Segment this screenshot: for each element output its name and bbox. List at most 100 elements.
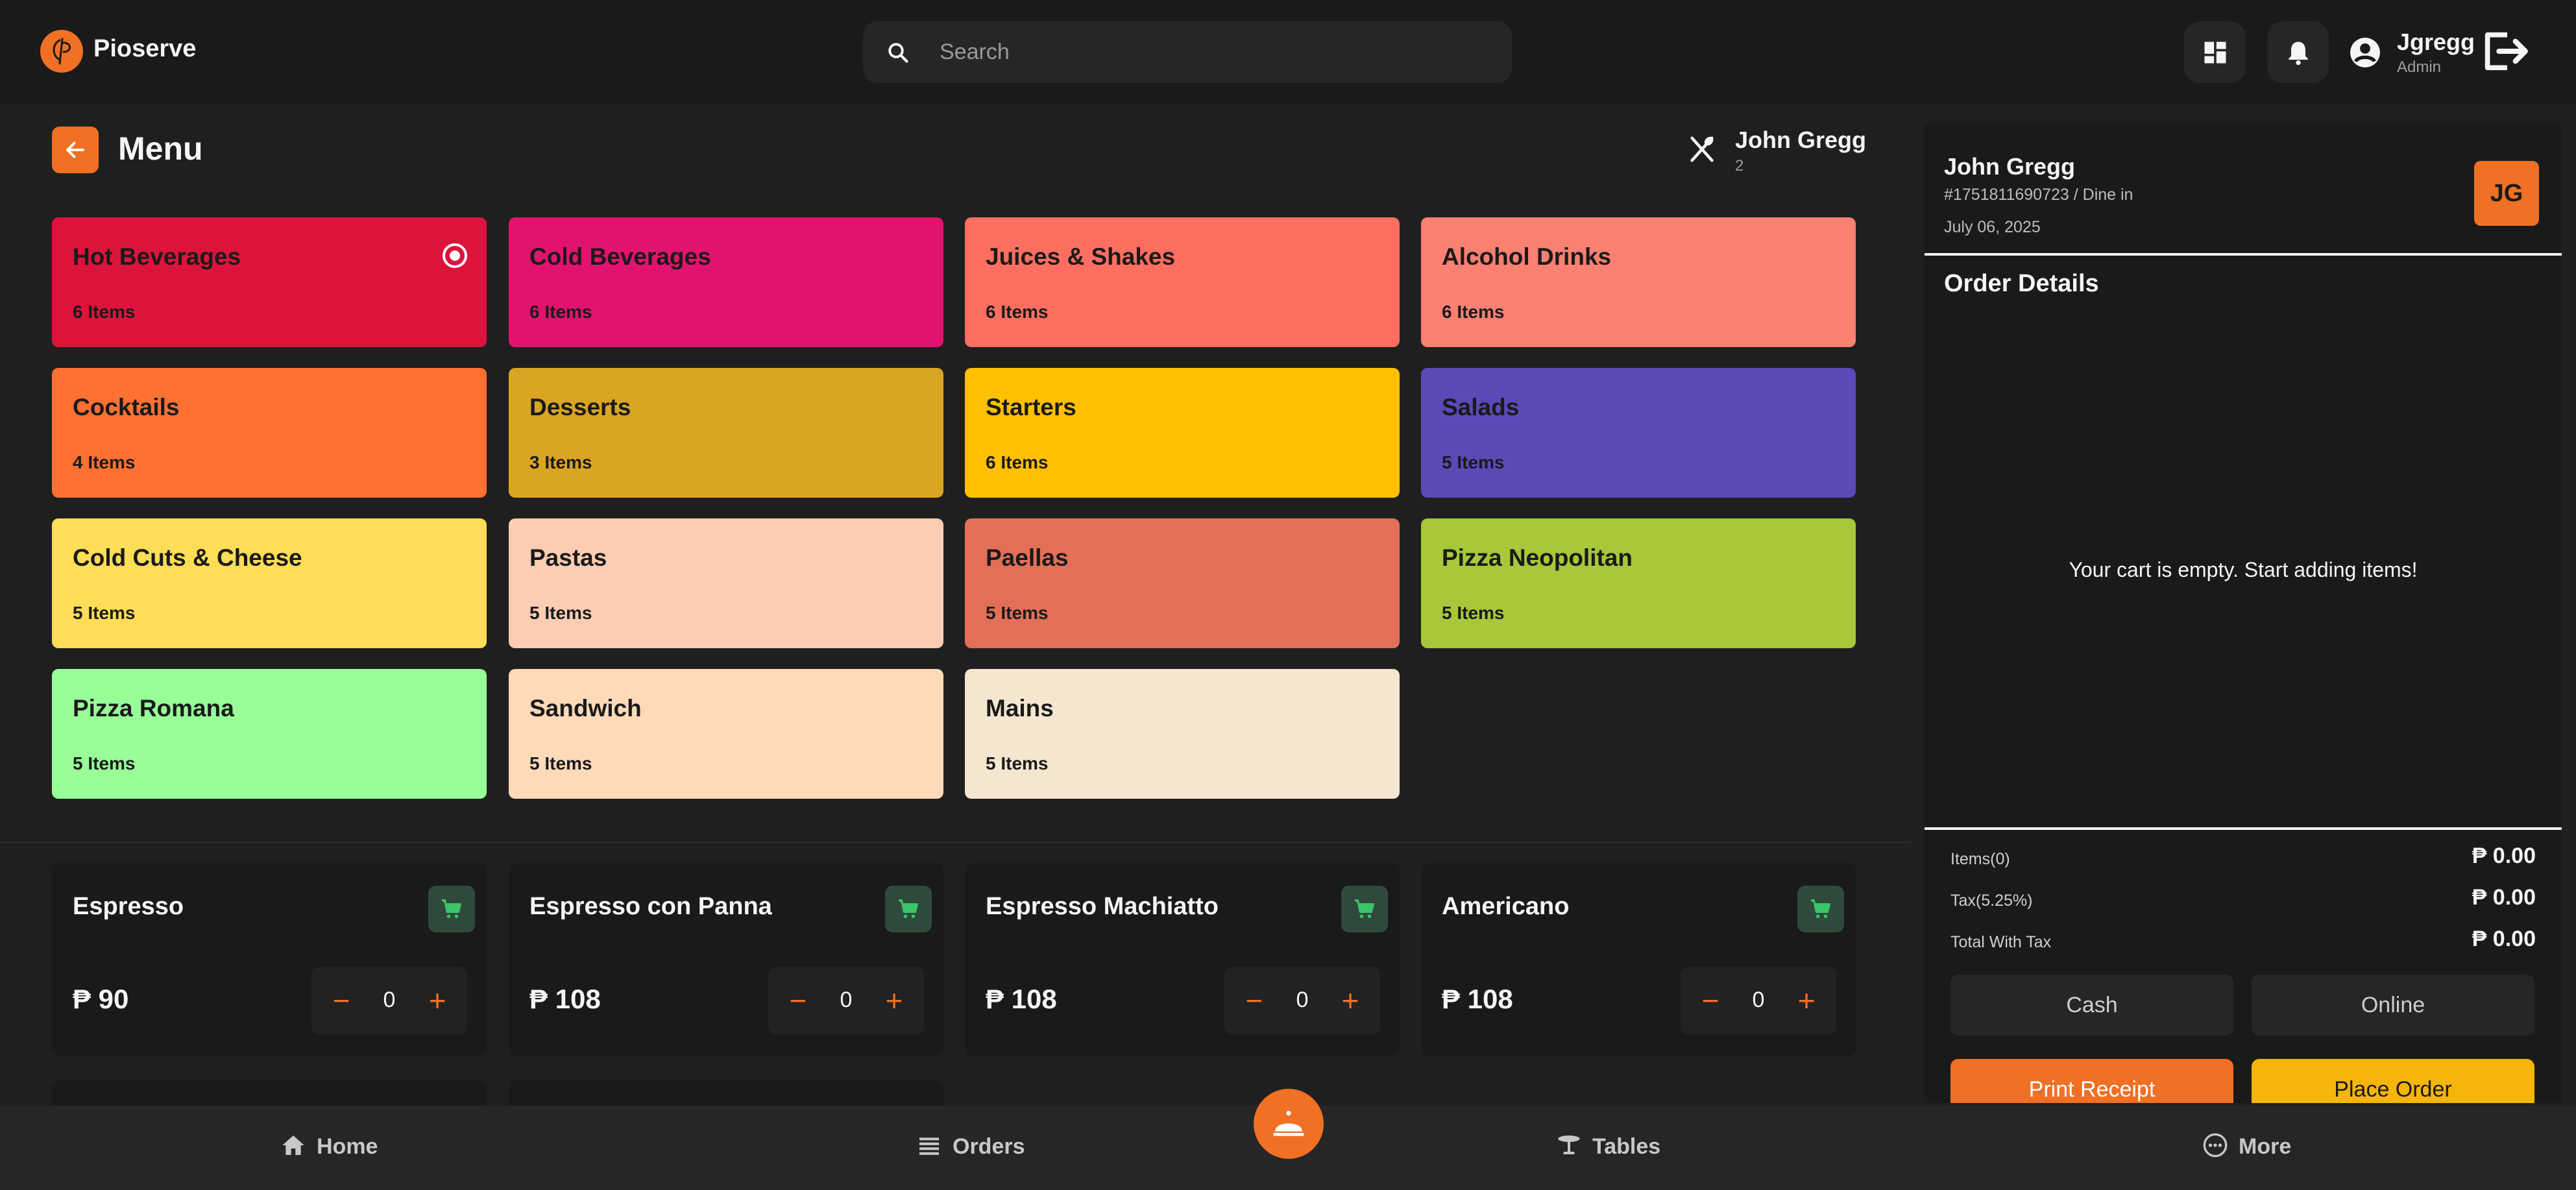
logout-icon[interactable] (2483, 31, 2532, 71)
increase-button[interactable]: + (1787, 981, 1826, 1020)
category-card[interactable]: Pastas 5 Items (509, 518, 943, 648)
nav-home[interactable]: Home (280, 1134, 378, 1161)
category-name: Mains (986, 695, 1054, 722)
category-card[interactable]: Starters 6 Items (965, 368, 1400, 498)
search-input[interactable]: Search (940, 40, 1010, 65)
category-card[interactable]: Paellas 5 Items (965, 518, 1400, 648)
category-card[interactable]: Hot Beverages 6 Items (52, 217, 487, 347)
quantity-stepper: − 0 + (311, 967, 467, 1034)
back-button[interactable] (52, 127, 99, 173)
category-card[interactable]: Mains 5 Items (965, 669, 1400, 799)
category-card[interactable]: Cocktails 4 Items (52, 368, 487, 498)
item-price: ₱ 90 (73, 984, 129, 1014)
item-price: ₱ 108 (1442, 984, 1513, 1014)
item-name: Espresso (73, 893, 184, 920)
cart-icon (442, 899, 461, 918)
category-card[interactable]: Pizza Neopolitan 5 Items (1421, 518, 1856, 648)
cash-button[interactable]: Cash (1950, 975, 2233, 1036)
nav-tables-label: Tables (1592, 1134, 1661, 1159)
cloche-icon (1273, 1110, 1304, 1136)
category-name: Cold Beverages (529, 243, 711, 270)
category-count: 5 Items (529, 753, 592, 773)
online-button[interactable]: Online (2252, 975, 2534, 1036)
category-card[interactable]: Salads 5 Items (1421, 368, 1856, 498)
search-bar[interactable]: Search (863, 21, 1512, 83)
add-to-cart-button[interactable] (1341, 886, 1388, 932)
dashboard-button[interactable] (2184, 21, 2246, 83)
section-divider (0, 842, 1911, 843)
search-icon (888, 43, 908, 63)
order-number: #1751811690723 / Dine in (1944, 186, 2133, 204)
category-card[interactable]: Sandwich 5 Items (509, 669, 943, 799)
new-order-fab[interactable] (1254, 1089, 1324, 1159)
nav-orders[interactable]: Orders (916, 1134, 1025, 1161)
decrease-button[interactable]: − (1235, 981, 1274, 1020)
items-total-label: Items(0) (1950, 850, 2010, 868)
category-name: Pastas (529, 544, 607, 571)
category-card[interactable]: Pizza Romana 5 Items (52, 669, 487, 799)
top-bar: Pioserve Search Jgregg Admin (0, 0, 2576, 104)
category-card[interactable]: Cold Cuts & Cheese 5 Items (52, 518, 487, 648)
cart-icon (1355, 899, 1374, 918)
place-order-button[interactable]: Place Order (2252, 1059, 2534, 1103)
decrease-button[interactable]: − (1691, 981, 1730, 1020)
decrease-button[interactable]: − (322, 981, 361, 1020)
category-count: 6 Items (986, 302, 1049, 322)
empty-cart-message: Your cart is empty. Start adding items! (2069, 558, 2418, 581)
increase-button[interactable]: + (418, 981, 457, 1020)
total-with-tax-label: Total With Tax (1950, 933, 2052, 951)
tax-label: Tax(5.25%) (1950, 892, 2033, 910)
quantity-value: 0 (1752, 988, 1765, 1012)
category-count: 5 Items (73, 603, 136, 623)
home-icon (282, 1135, 304, 1156)
category-name: Hot Beverages (73, 243, 241, 270)
category-count: 6 Items (1442, 302, 1505, 322)
nav-more[interactable]: More (2202, 1133, 2291, 1161)
items-total-value: ₱ 0.00 (2472, 844, 2536, 868)
cart-icon (899, 899, 918, 918)
item-name: Americano (1442, 893, 1570, 920)
bell-icon (2289, 42, 2308, 66)
menu-item-card: Espresso Machiatto ₱ 108 − 0 + (965, 863, 1400, 1056)
guest-count: 2 (1735, 157, 1744, 175)
category-card[interactable]: Cold Beverages 6 Items (509, 217, 943, 347)
category-count: 5 Items (986, 603, 1049, 623)
add-to-cart-button[interactable] (428, 886, 475, 932)
dashboard-icon (2204, 42, 2226, 64)
item-price: ₱ 108 (529, 984, 601, 1014)
category-card[interactable]: Desserts 3 Items (509, 368, 943, 498)
notifications-button[interactable] (2267, 21, 2329, 83)
list-icon (919, 1137, 939, 1155)
divider (1925, 827, 2562, 830)
menu-item-card: Americano ₱ 108 − 0 + (1421, 863, 1856, 1056)
nav-home-label: Home (317, 1134, 378, 1159)
print-receipt-button[interactable]: Print Receipt (1950, 1059, 2233, 1103)
category-name: Alcohol Drinks (1442, 243, 1612, 270)
category-name: Pizza Neopolitan (1442, 544, 1633, 571)
category-name: Pizza Romana (73, 695, 234, 722)
user-circle-icon[interactable] (2349, 36, 2381, 69)
category-card[interactable]: Alcohol Drinks 6 Items (1421, 217, 1856, 347)
category-count: 6 Items (73, 302, 136, 322)
category-name: Cocktails (73, 394, 180, 420)
order-panel: John Gregg #1751811690723 / Dine in July… (1925, 123, 2562, 1103)
nav-tables[interactable]: Tables (1556, 1134, 1660, 1161)
table-icon (1558, 1135, 1580, 1155)
order-customer-name: John Gregg (1944, 153, 2076, 180)
category-count: 6 Items (529, 302, 592, 322)
add-to-cart-button[interactable] (885, 886, 932, 932)
menu-item-card: Espresso con Panna ₱ 108 − 0 + (509, 863, 943, 1056)
increase-button[interactable]: + (875, 981, 914, 1020)
category-card[interactable]: Juices & Shakes 6 Items (965, 217, 1400, 347)
tax-value: ₱ 0.00 (2472, 885, 2536, 910)
page-title: Menu (118, 130, 203, 167)
user-role: Admin (2397, 58, 2442, 76)
quantity-stepper: − 0 + (1224, 967, 1380, 1034)
quantity-value: 0 (840, 988, 853, 1012)
increase-button[interactable]: + (1331, 981, 1370, 1020)
decrease-button[interactable]: − (779, 981, 818, 1020)
category-name: Desserts (529, 394, 631, 420)
add-to-cart-button[interactable] (1797, 886, 1844, 932)
total-with-tax-value: ₱ 0.00 (2472, 927, 2536, 951)
order-details-title: Order Details (1944, 270, 2099, 297)
